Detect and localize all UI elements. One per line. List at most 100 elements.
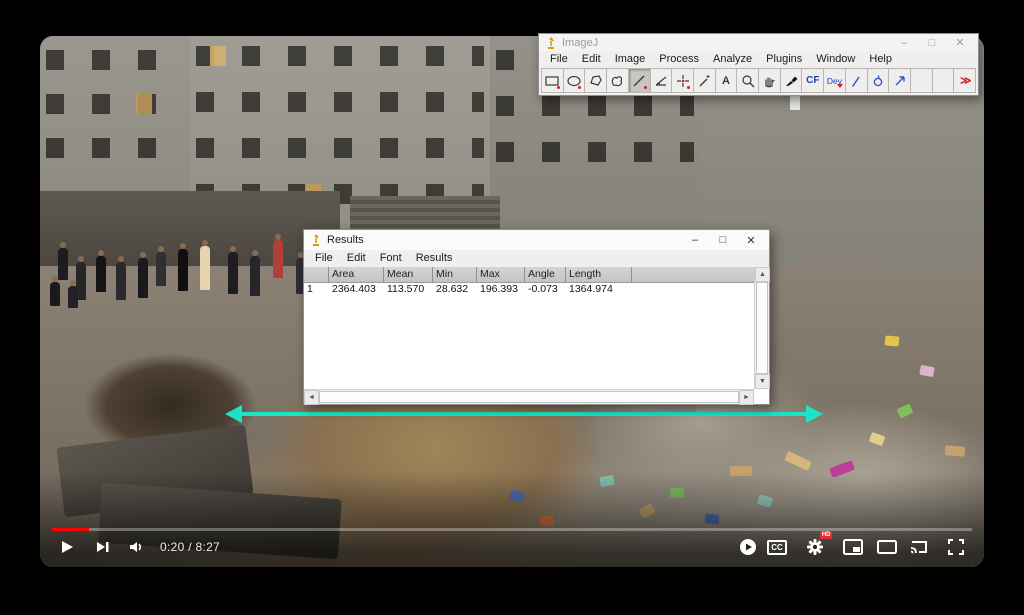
imagej-menu-edit[interactable]: Edit [575,52,608,66]
empty-tool-slot[interactable] [932,68,955,93]
imagej-window[interactable]: ImageJ – □ ✕ File Edit Image Process Analyze… [538,33,979,96]
results-table-body[interactable]: 1 2364.403 113.570 28.632 196.393 -0.073 1364.… [304,283,754,389]
person [790,88,800,110]
polygon-tool[interactable] [585,68,608,93]
arrowhead-right-icon [806,405,823,423]
cf-tool[interactable]: CF [802,68,825,93]
scrollbar-thumb[interactable] [319,391,739,403]
person [138,252,148,298]
imagej-menu-plugins[interactable]: Plugins [759,52,809,66]
imagej-menu-analyze[interactable]: Analyze [706,52,759,66]
point-tool[interactable] [672,68,694,93]
debris-piece [944,445,966,457]
close-icon[interactable]: ✕ [740,234,762,247]
debris-piece [884,335,900,347]
maximize-icon[interactable]: □ [712,234,734,246]
gear-icon [807,539,823,555]
time-display: 0:20 / 8:27 [160,540,221,554]
freehand-tool[interactable] [607,68,629,93]
table-cell: 28.632 [436,283,469,295]
results-menu-edit[interactable]: Edit [340,251,373,265]
column-header-length[interactable]: Length [566,267,632,282]
results-menu-file[interactable]: File [308,251,340,265]
brush-tool[interactable] [845,68,868,93]
horizontal-scrollbar[interactable]: ◄ ► [304,389,754,405]
text-tool[interactable]: A [715,68,738,93]
close-icon[interactable]: ✕ [949,36,971,49]
play-button[interactable] [54,534,80,560]
autoplay-toggle[interactable] [735,534,761,560]
table-row[interactable]: 1 2364.403 113.570 28.632 196.393 -0.073 1364.… [304,283,754,297]
person [178,243,188,291]
scroll-right-icon[interactable]: ► [739,390,754,405]
person [228,246,238,294]
color-picker-tool[interactable] [780,68,803,93]
arrow-tool[interactable] [889,68,911,93]
flood-fill-tool[interactable] [867,68,890,93]
scroll-up-icon[interactable]: ▲ [755,267,770,282]
progress-bar[interactable] [52,528,972,531]
imagej-measurement-line [225,405,823,423]
scroll-left-icon[interactable]: ◄ [304,390,319,405]
imagej-menu-help[interactable]: Help [862,52,899,66]
wand-tool[interactable] [693,68,716,93]
dropdown-mark-icon [836,84,843,88]
next-button[interactable] [90,534,116,560]
empty-tool-slot[interactable] [910,68,933,93]
scrollbar-thumb[interactable] [756,282,768,374]
page: 0:20 / 8:27 CC HD ImageJ – □ ✕ File Edit… [0,0,1024,615]
cc-icon: CC [767,539,787,555]
player-controls: 0:20 / 8:27 CC HD [40,531,984,562]
angle-tool[interactable] [650,68,673,93]
oval-tool[interactable] [563,68,586,93]
imagej-titlebar[interactable]: ImageJ – □ ✕ [539,34,978,51]
miniplayer-button[interactable] [840,534,866,560]
imagej-menu-process[interactable]: Process [652,52,706,66]
hand-tool[interactable] [759,68,781,93]
maximize-icon[interactable]: □ [921,37,943,49]
results-window[interactable]: Results – □ ✕ File Edit Font Results Area Me… [303,229,770,405]
column-header-row-index[interactable] [304,267,329,282]
results-titlebar[interactable]: Results – □ ✕ [304,230,769,250]
zoom-tool[interactable] [737,68,760,93]
column-header-min[interactable]: Min [433,267,477,282]
results-menu-results[interactable]: Results [409,251,460,265]
person [200,240,210,290]
person [68,280,78,308]
rectangle-tool[interactable] [541,68,564,93]
person [273,234,283,278]
column-header-filler [632,267,754,282]
storefront-rubble [40,191,340,271]
fullscreen-button[interactable] [943,534,969,560]
column-header-mean[interactable]: Mean [384,267,433,282]
settings-button[interactable]: HD [802,531,832,560]
person [156,246,166,286]
more-tools-button[interactable]: ≫ [954,68,977,93]
hd-badge: HD [820,531,832,539]
scroll-down-icon[interactable]: ▼ [755,374,770,389]
volume-button[interactable] [124,534,150,560]
dev-tool[interactable]: Dev [824,68,846,93]
theater-mode-button[interactable] [874,534,900,560]
imagej-menu-window[interactable]: Window [809,52,862,66]
captions-button[interactable]: CC [764,534,790,560]
results-table-header: Area Mean Min Max Angle Length [304,267,754,283]
person [96,250,106,292]
person [116,256,126,300]
column-header-angle[interactable]: Angle [525,267,566,282]
line-tool[interactable] [628,68,651,93]
cast-button[interactable] [906,534,932,560]
minimize-icon[interactable]: – [893,37,915,49]
table-cell: 1364.974 [569,283,613,295]
table-cell: 196.393 [480,283,518,295]
vertical-scrollbar[interactable]: ▲ ▼ [754,267,770,389]
imagej-menu-file[interactable]: File [543,52,575,66]
column-header-max[interactable]: Max [477,267,525,282]
column-header-area[interactable]: Area [329,267,384,282]
imagej-menu-image[interactable]: Image [608,52,653,66]
minimize-icon[interactable]: – [684,234,706,246]
person [58,242,68,280]
results-menubar: File Edit Font Results [304,250,769,267]
results-body: Area Mean Min Max Angle Length 1 2364.403 113.5… [304,267,770,405]
results-menu-font[interactable]: Font [373,251,409,265]
